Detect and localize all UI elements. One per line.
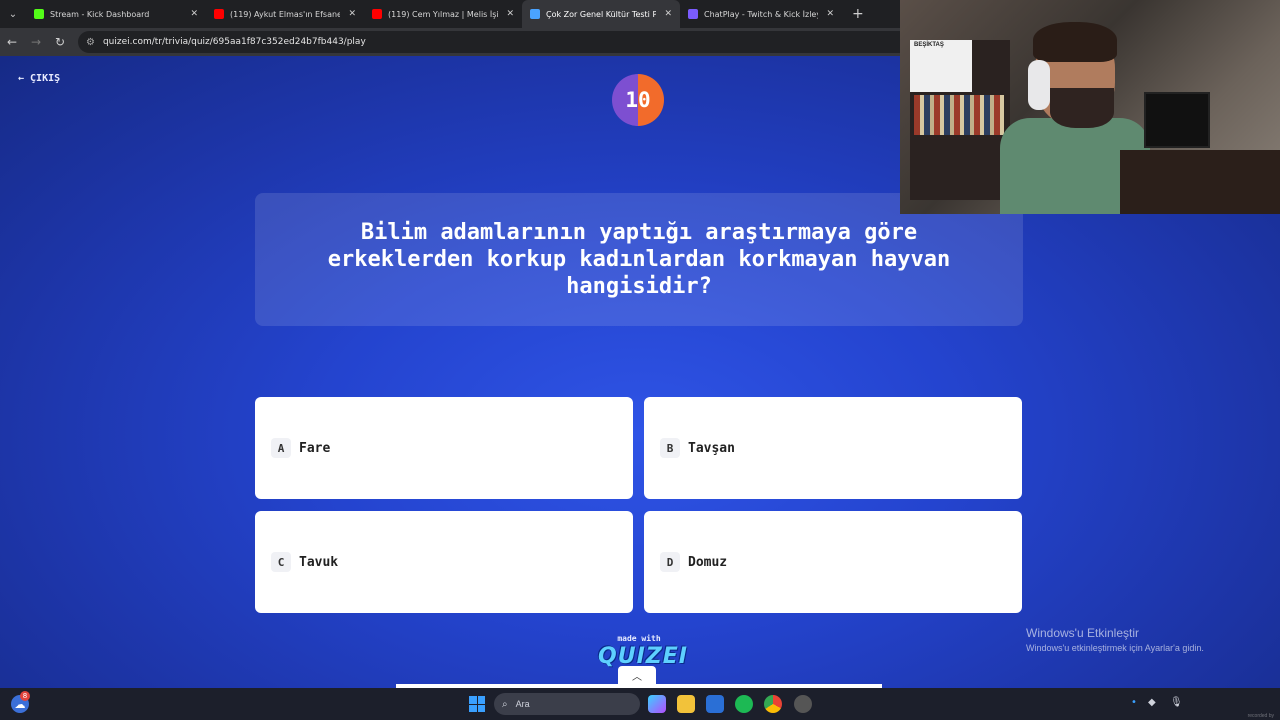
- notification-badge: 8: [20, 691, 30, 701]
- tab-search-button[interactable]: ⌄: [0, 0, 26, 28]
- forward-button[interactable]: →: [24, 28, 48, 56]
- question-text: Bilim adamlarının yaptığı araştırmaya gö…: [327, 220, 951, 299]
- answer-option-c[interactable]: C Tavuk: [255, 511, 633, 613]
- copilot-icon[interactable]: [648, 695, 666, 713]
- file-explorer-icon[interactable]: [677, 695, 695, 713]
- answer-option-d[interactable]: D Domuz: [644, 511, 1022, 613]
- tray-dot-icon[interactable]: •: [1131, 697, 1137, 708]
- close-icon[interactable]: ✕: [826, 9, 834, 19]
- answer-letter: B: [660, 438, 680, 458]
- kick-favicon-icon: [34, 9, 44, 19]
- windows-activation-watermark: Windows'u Etkinleştir Windows'u etkinleş…: [1026, 626, 1204, 653]
- desk: [1120, 150, 1280, 214]
- close-icon[interactable]: ✕: [664, 9, 672, 19]
- countdown-timer: 10: [612, 74, 664, 126]
- scroll-up-button[interactable]: ︿: [618, 666, 656, 684]
- site-info-icon[interactable]: ⚙: [86, 37, 95, 48]
- besiktas-flag: BEŞİKTAŞ: [910, 40, 972, 92]
- windows-start-icon[interactable]: [469, 696, 485, 712]
- tab-chatplay[interactable]: ChatPlay - Twitch & Kick İzleyic ✕: [680, 0, 842, 28]
- answer-letter: C: [271, 552, 291, 572]
- answer-text: Tavşan: [688, 440, 735, 456]
- headset-icon: [1028, 60, 1050, 110]
- microphone-icon[interactable]: 🎙: [1170, 697, 1183, 708]
- streamer-hair: [1033, 22, 1117, 62]
- made-with-badge[interactable]: made with QUIZEI: [598, 634, 687, 669]
- arrow-left-icon: ←: [18, 73, 25, 84]
- exit-button[interactable]: ← ÇIKIŞ: [18, 73, 60, 84]
- tab-youtube-aykut[interactable]: (119) Aykut Elmas'ın Efsane Esk ✕: [206, 0, 364, 28]
- answer-text: Domuz: [688, 554, 728, 570]
- url-input[interactable]: ⚙ quizei.com/tr/trivia/quiz/695aa1f87c35…: [78, 31, 938, 53]
- chevron-up-icon: ︿: [632, 671, 642, 683]
- answer-letter: A: [271, 438, 291, 458]
- new-tab-button[interactable]: +: [842, 6, 874, 22]
- close-icon[interactable]: ✕: [348, 9, 356, 19]
- reload-button[interactable]: ↻: [48, 28, 72, 56]
- close-icon[interactable]: ✕: [506, 9, 514, 19]
- tab-youtube-cem[interactable]: (119) Cem Yılmaz | Melis İşiten ✕: [364, 0, 522, 28]
- steam-icon[interactable]: [794, 695, 812, 713]
- store-icon[interactable]: [706, 695, 724, 713]
- tray-app-icon[interactable]: ◆: [1148, 697, 1156, 708]
- answer-option-a[interactable]: A Fare: [255, 397, 633, 499]
- tab-quizei-active[interactable]: Çok Zor Genel Kültür Testi Part2 ✕: [522, 0, 680, 28]
- back-button[interactable]: ←: [0, 28, 24, 56]
- webcam-overlay: BEŞİKTAŞ: [900, 0, 1280, 214]
- youtube-favicon-icon: [214, 9, 224, 19]
- chatplay-favicon-icon: [688, 9, 698, 19]
- taskbar-search-input[interactable]: ⌕ Ara: [494, 693, 640, 715]
- books: [914, 95, 1004, 135]
- chrome-icon[interactable]: [764, 695, 782, 713]
- close-icon[interactable]: ✕: [190, 9, 198, 19]
- answer-text: Tavuk: [299, 554, 339, 570]
- recording-watermark: recorded by: [1247, 713, 1274, 719]
- answer-option-b[interactable]: B Tavşan: [644, 397, 1022, 499]
- answer-text: Fare: [299, 440, 331, 456]
- tab-kick-dashboard[interactable]: Stream - Kick Dashboard ✕: [26, 0, 206, 28]
- spotify-icon[interactable]: [735, 695, 753, 713]
- quizei-favicon-icon: [530, 9, 540, 19]
- monitor: [1144, 92, 1210, 148]
- streamer-beard: [1050, 88, 1114, 128]
- answer-letter: D: [660, 552, 680, 572]
- search-icon: ⌕: [502, 698, 508, 710]
- taskbar: ☁ 8 ⌕ Ara • ◆ 🎙 recorded by: [0, 688, 1280, 720]
- youtube-favicon-icon: [372, 9, 382, 19]
